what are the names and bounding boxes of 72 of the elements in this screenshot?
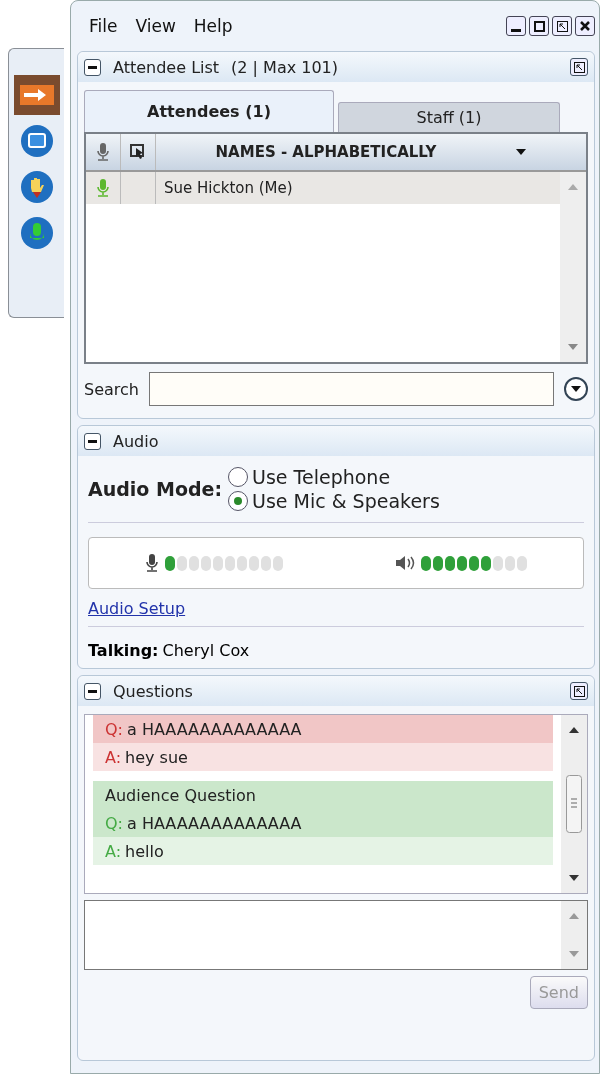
scroll-down-icon <box>568 344 578 350</box>
microphone-icon <box>96 143 110 161</box>
audio-mode-label: Audio Mode: <box>88 478 223 500</box>
minimize-icon <box>511 29 521 32</box>
microphone-icon <box>145 554 159 572</box>
scrollbar[interactable] <box>560 172 586 362</box>
question-input[interactable] <box>84 900 588 970</box>
minimize-button[interactable] <box>506 16 526 36</box>
collapse-button[interactable] <box>84 58 101 76</box>
panel-title: Questions <box>113 681 193 701</box>
arrow-right-icon <box>19 85 54 105</box>
audio-setup-link[interactable]: Audio Setup <box>88 599 186 626</box>
attendee-row[interactable]: Sue Hickton (Me) <box>86 172 560 204</box>
search-field[interactable] <box>148 372 554 406</box>
talking-name: Cheryl Cox <box>162 641 250 660</box>
answer-text: hello <box>125 841 164 861</box>
scroll-up-icon <box>569 727 579 733</box>
close-icon <box>580 21 590 31</box>
minus-icon <box>88 689 97 693</box>
attendee-count: (2 | Max 101) <box>231 57 339 77</box>
maximize-button[interactable] <box>529 16 549 36</box>
raise-hand-icon <box>19 170 54 204</box>
column-header[interactable]: NAMES - ALPHABETICALLY <box>156 134 586 170</box>
question-text: a HAAAAAAAAAAAAA <box>127 813 302 833</box>
maximize-icon <box>533 20 545 32</box>
answer-prefix: A: <box>105 841 122 861</box>
panel-title: Audio <box>113 431 159 451</box>
question-prefix: Q: <box>105 813 123 833</box>
radio-button[interactable] <box>228 467 249 487</box>
question-text: a HAAAAAAAAAAAAA <box>127 719 302 739</box>
pop-out-button[interactable] <box>570 682 588 700</box>
panel-title: Attendee List <box>113 57 220 77</box>
pop-out-icon <box>573 61 585 73</box>
toolbar-button[interactable] <box>13 75 60 115</box>
microphone-icon <box>19 216 54 250</box>
menu-item[interactable]: Help <box>193 16 233 36</box>
collapse-button[interactable] <box>84 432 101 450</box>
scroll-down-icon <box>569 951 579 957</box>
answer-prefix: A: <box>105 747 122 767</box>
pop-out-icon <box>573 685 585 697</box>
question-heading: Audience Question <box>93 781 553 809</box>
screen-icon <box>19 124 54 158</box>
scroll-up-icon <box>569 913 579 919</box>
microphone-icon <box>96 179 110 197</box>
caret-down-icon <box>571 386 581 392</box>
menu-item[interactable]: View <box>135 16 176 36</box>
tab[interactable]: Staff (1) <box>338 102 560 132</box>
menu-item[interactable]: File <box>89 16 118 36</box>
pop-out-button[interactable] <box>570 58 588 76</box>
minus-icon <box>88 439 97 443</box>
answer-text: hey sue <box>125 747 188 767</box>
talking-label: Talking: <box>88 641 159 660</box>
radio-option[interactable]: Use Mic & Speakers <box>228 490 440 512</box>
scroll-thumb[interactable] <box>566 775 582 833</box>
attendee-name: Sue Hickton (Me) <box>163 179 293 197</box>
scroll-down-icon <box>569 875 579 881</box>
caret-icon <box>516 149 527 155</box>
radio-option[interactable]: Use Telephone <box>228 466 440 488</box>
collapse-button[interactable] <box>84 682 101 700</box>
minus-icon <box>88 65 97 69</box>
pop-out-icon <box>556 20 568 32</box>
cursor-screen-icon <box>130 144 146 160</box>
question-prefix: Q: <box>105 719 123 739</box>
close-button[interactable] <box>575 16 595 36</box>
scroll-up-icon <box>568 184 578 190</box>
dropdown-button[interactable] <box>564 377 588 401</box>
search-label: Search <box>84 379 139 399</box>
scrollbar[interactable] <box>561 715 587 893</box>
radio-button[interactable] <box>228 491 249 511</box>
speaker-icon <box>395 555 415 571</box>
tab[interactable]: Attendees (1) <box>84 90 334 132</box>
pop-out-button[interactable] <box>552 16 572 36</box>
